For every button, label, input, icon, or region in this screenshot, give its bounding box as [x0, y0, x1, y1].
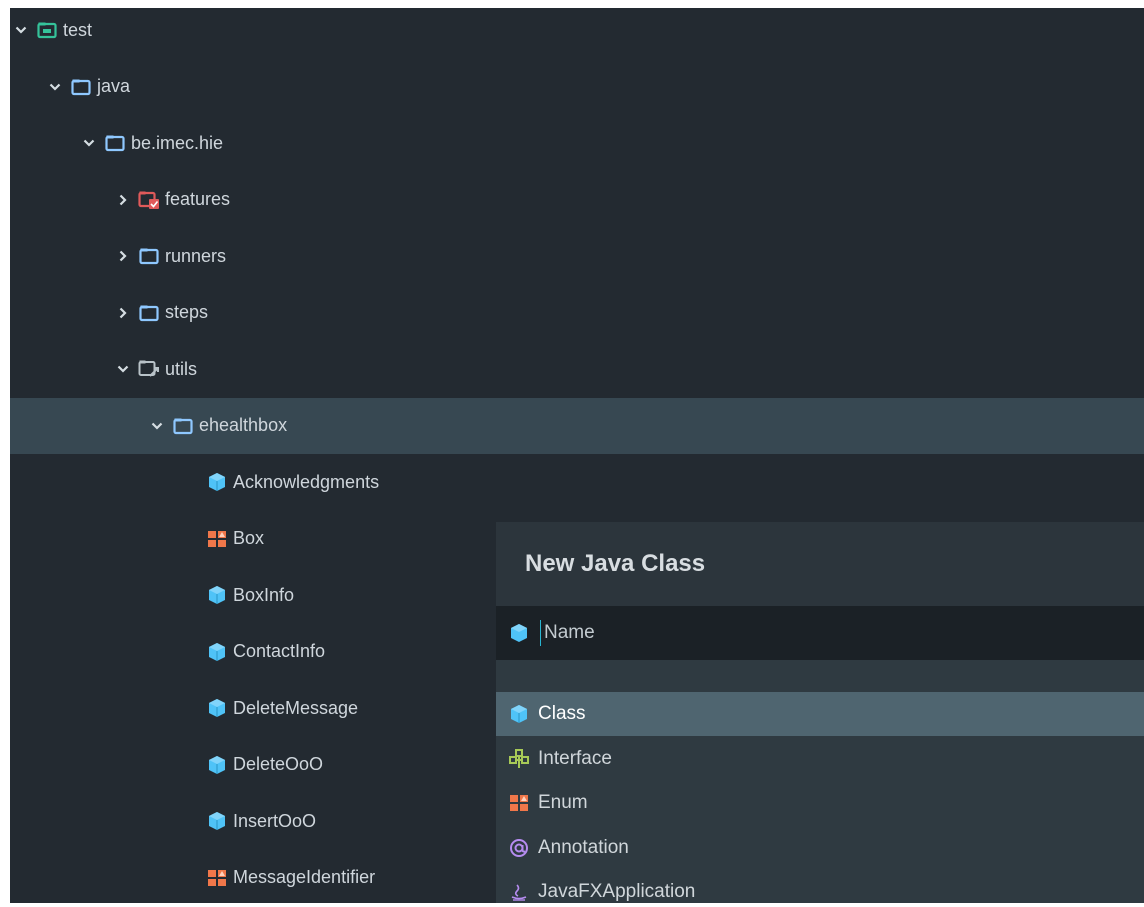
class-icon — [206, 472, 228, 492]
kind-option-class[interactable]: Class — [496, 692, 1144, 736]
package-folder-icon — [138, 303, 160, 323]
tree-item-runners[interactable]: runners — [10, 228, 1144, 284]
tree-item-utils[interactable]: utils — [10, 341, 1144, 397]
new-java-class-popup: New Java Class Class Interface Enum Annotat… — [496, 522, 1144, 903]
features-folder-icon — [138, 190, 160, 210]
class-icon — [206, 755, 228, 775]
tree-item-label: java — [97, 76, 131, 96]
kind-option-annotation[interactable]: Annotation — [496, 826, 1144, 870]
chevron-down-icon[interactable] — [116, 359, 130, 379]
popup-title: New Java Class — [525, 550, 706, 577]
kind-option-label: Interface — [538, 747, 612, 769]
tree-item-features[interactable]: features — [10, 172, 1144, 228]
name-field-row[interactable] — [496, 606, 1144, 660]
javafx-icon — [508, 882, 530, 902]
tree-item-label: Acknowledgments — [233, 471, 380, 492]
kind-option-label: Enum — [538, 792, 588, 813]
class-icon — [206, 698, 228, 718]
tree-item-label: test — [63, 19, 93, 40]
tree-item-label: runners — [165, 245, 227, 266]
kind-option-label: Annotation — [538, 836, 629, 858]
tree-item-java[interactable]: java — [10, 59, 1144, 115]
chevron-down-icon[interactable] — [82, 133, 96, 153]
tree-item-label: ehealthbox — [199, 415, 288, 435]
tree-item-ehealthbox[interactable]: ehealthbox — [10, 397, 1144, 454]
class-icon — [206, 811, 228, 831]
tree-item-label: DeleteOoO — [233, 754, 324, 774]
popup-header: New Java Class — [496, 522, 1144, 606]
name-input[interactable] — [544, 622, 1104, 644]
tree-item-acknowledgments[interactable]: Acknowledgments — [10, 454, 1144, 510]
kind-option-javafxapplication[interactable]: JavaFXApplication — [496, 870, 1144, 903]
text-caret — [540, 620, 541, 646]
chevron-down-icon[interactable] — [150, 416, 164, 436]
kind-option-interface[interactable]: Interface — [496, 737, 1144, 781]
chevron-down-icon[interactable] — [48, 77, 62, 97]
tree-item-test[interactable]: test — [10, 8, 1144, 58]
tree-item-label: utils — [165, 358, 198, 379]
class-icon — [508, 704, 530, 724]
tree-item-label: MessageIdentifier — [233, 867, 376, 887]
project-tree-panel: test java be.imec.hie features runners steps u… — [10, 8, 1144, 903]
kind-option-enum[interactable]: Enum — [496, 781, 1144, 825]
utils-folder-icon — [138, 359, 160, 379]
tree-item-label: ContactInfo — [233, 641, 326, 661]
tree-item-steps[interactable]: steps — [10, 285, 1144, 341]
tree-item-label: be.imec.hie — [131, 132, 224, 153]
package-folder-icon — [172, 416, 194, 436]
kind-option-label: Class — [538, 703, 586, 724]
enum-icon — [206, 868, 228, 888]
chevron-right-icon[interactable] — [116, 303, 130, 323]
tree-item-label: InsertOoO — [233, 810, 317, 831]
enum-icon — [206, 529, 228, 549]
interface-icon — [508, 748, 530, 769]
kind-option-label: JavaFXApplication — [538, 881, 696, 902]
package-folder-icon — [138, 246, 160, 266]
tree-item-label: BoxInfo — [233, 584, 295, 605]
tree-item-be-imec-hie[interactable]: be.imec.hie — [10, 115, 1144, 171]
tree-item-label: features — [165, 189, 231, 209]
chevron-right-icon[interactable] — [116, 246, 130, 266]
test-folder-icon — [36, 20, 58, 40]
enum-icon — [508, 793, 530, 813]
tree-item-label: DeleteMessage — [233, 697, 359, 718]
class-icon — [206, 642, 228, 662]
chevron-down-icon[interactable] — [14, 20, 28, 40]
source-folder-icon — [70, 77, 92, 97]
class-icon — [508, 623, 530, 643]
tree-item-label: steps — [165, 302, 209, 322]
chevron-right-icon[interactable] — [116, 190, 130, 210]
package-folder-icon — [104, 133, 126, 153]
annotation-icon — [508, 838, 530, 858]
tree-item-label: Box — [233, 528, 265, 548]
class-icon — [206, 585, 228, 605]
